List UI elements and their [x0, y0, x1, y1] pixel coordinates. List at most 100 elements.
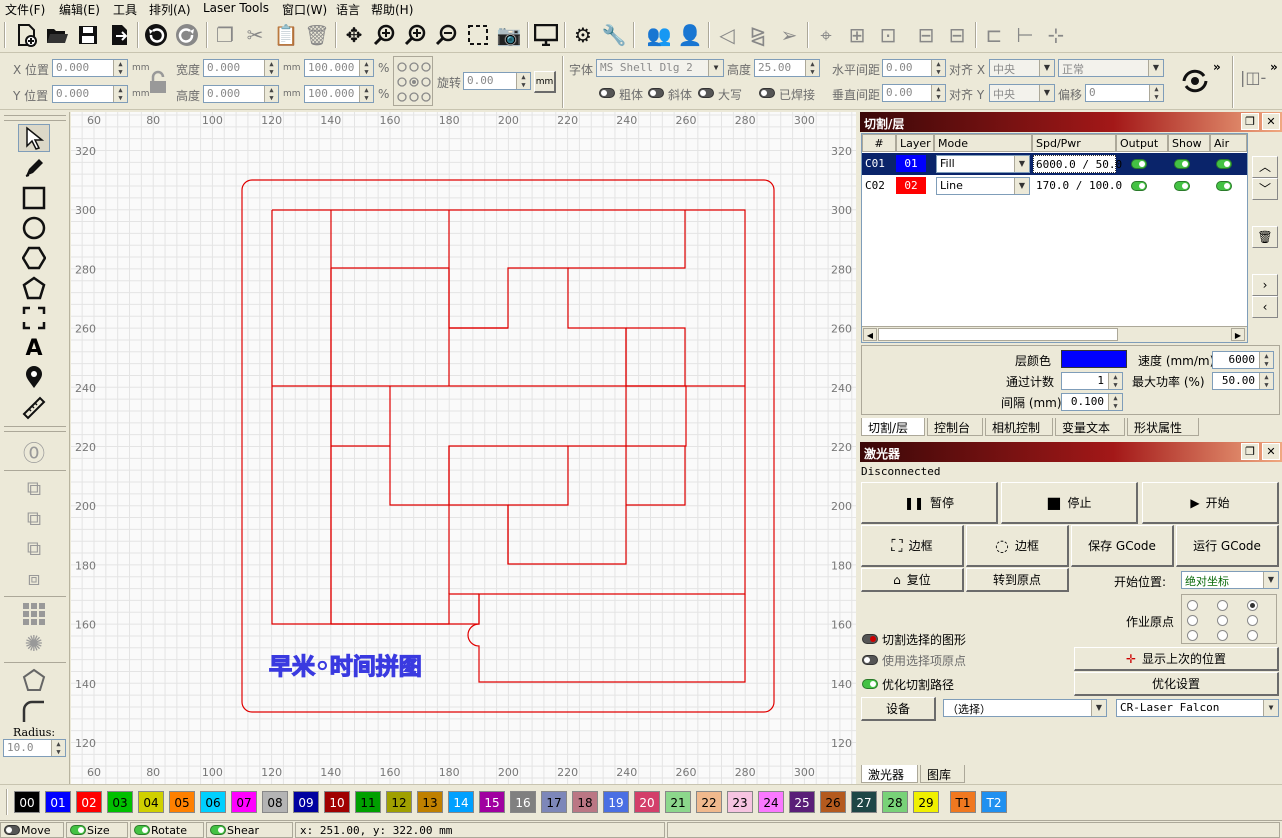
origin-radio-br[interactable] [1247, 630, 1258, 641]
camera-icon[interactable]: 📷 [495, 21, 523, 49]
boolean-union-icon[interactable]: ⧉ [18, 504, 50, 532]
scroll-left-icon[interactable]: ◀ [863, 328, 877, 341]
status-rotate[interactable]: Rotate [130, 822, 204, 838]
rotate-toggle[interactable] [134, 825, 150, 835]
ellipse-icon[interactable] [18, 214, 50, 242]
tab-library[interactable]: 图库 [920, 765, 965, 783]
dock-bar-icon[interactable]: |◫- [1240, 68, 1266, 87]
anchor-grid[interactable] [393, 56, 433, 106]
design-canvas[interactable]: 60 60 80 80 100 100 120 120 140 140 160 160 180 180 20… [71, 112, 856, 784]
paste-icon[interactable]: 📋 [272, 21, 300, 49]
use-selection-origin-toggle[interactable] [862, 655, 878, 665]
origin-radio-mr[interactable] [1247, 615, 1258, 626]
palette-color-28[interactable]: 28 [882, 791, 908, 813]
palette-color-27[interactable]: 27 [851, 791, 877, 813]
device-button[interactable]: 设备 [861, 697, 936, 721]
horizontal-scrollbar[interactable]: ◀ ▶ [862, 326, 1247, 342]
alignx-select[interactable]: 中央 ▼ [989, 59, 1055, 77]
font-select[interactable]: MS Shell Dlg 2 ▼ [596, 59, 724, 77]
zoom-frame-icon[interactable] [464, 21, 492, 49]
col-header-air[interactable]: Air [1210, 134, 1247, 152]
menu-language[interactable]: 语言 [336, 1, 360, 18]
polygon-icon[interactable] [18, 244, 50, 272]
status-size[interactable]: Size [66, 822, 128, 838]
pause-button[interactable]: ❚❚ 暂停 [861, 482, 998, 524]
table-row[interactable]: C01 01 Fill ▼ 6000.0 / 50.0 [862, 153, 1247, 175]
spin-arrows-icon[interactable]: ▲ ▼ [1259, 373, 1273, 389]
frame-button[interactable]: ⛶ 边框 [861, 525, 964, 567]
offset-input[interactable]: 0 ▲ ▼ [1085, 84, 1164, 102]
passes-input[interactable]: 1 ▲ ▼ [1061, 372, 1123, 390]
lock-icon[interactable] [148, 70, 168, 94]
scroll-right-icon[interactable]: ▶ [1231, 328, 1245, 341]
palette-color-02[interactable]: 02 [76, 791, 102, 813]
origin-radio-bl[interactable] [1187, 630, 1198, 641]
palette-color-08[interactable]: 08 [262, 791, 288, 813]
menu-edit[interactable]: 编辑(E) [59, 1, 100, 18]
move-toggle[interactable] [4, 825, 20, 835]
select-device-combo[interactable]: （选择） ▼ [943, 699, 1107, 717]
palette-color-16[interactable]: 16 [510, 791, 536, 813]
move-up-icon[interactable]: ︿ [1252, 156, 1278, 178]
cut-selected-toggle[interactable] [862, 634, 878, 644]
dropdown-arrow-icon[interactable]: ▼ [1014, 178, 1029, 194]
show-toggle[interactable] [1174, 181, 1190, 191]
dropdown-arrow-icon[interactable]: ▼ [1091, 700, 1106, 716]
vspace-input[interactable]: 0.00 ▲ ▼ [882, 84, 946, 102]
upper-toggle[interactable] [698, 88, 714, 98]
menu-arrange[interactable]: 排列(A) [149, 1, 191, 18]
air-toggle[interactable] [1216, 181, 1232, 191]
expand-right-icon[interactable]: › [1252, 274, 1278, 296]
save-icon[interactable] [74, 21, 102, 49]
dropdown-arrow-icon[interactable]: ▼ [708, 60, 723, 76]
dropdown-arrow-icon[interactable]: ▼ [1148, 60, 1163, 76]
hspace-input[interactable]: 0.00 ▲ ▼ [882, 59, 946, 77]
palette-color-05[interactable]: 05 [169, 791, 195, 813]
maxpower-input[interactable]: 50.00 ▲ ▼ [1212, 372, 1274, 390]
spin-arrows-icon[interactable]: ▲ ▼ [51, 740, 65, 756]
collapse-left-icon[interactable]: ‹ [1252, 296, 1278, 318]
tab-cuts-layers[interactable]: 切割/层 [861, 418, 925, 436]
menu-laser-tools[interactable]: Laser Tools [203, 1, 269, 15]
col-header-num[interactable]: # [862, 134, 896, 152]
palette-color-29[interactable]: 29 [913, 791, 939, 813]
palette-color-07[interactable]: 07 [231, 791, 257, 813]
spin-arrows-icon[interactable]: ▲ ▼ [113, 86, 127, 102]
palette-color-21[interactable]: 21 [665, 791, 691, 813]
more-chevron-icon[interactable]: » [1270, 60, 1278, 74]
x-pos-input[interactable]: 0.000 ▲ ▼ [52, 59, 128, 77]
position-pin-icon[interactable] [18, 364, 50, 392]
group-icon[interactable]: 👥 [645, 21, 673, 49]
new-file-icon[interactable] [12, 21, 40, 49]
col-header-layer[interactable]: Layer [896, 134, 934, 152]
zoom-out-icon[interactable] [433, 21, 461, 49]
palette-color-23[interactable]: 23 [727, 791, 753, 813]
mode-select[interactable]: Line ▼ [936, 177, 1030, 195]
spin-arrows-icon[interactable]: ▲ ▼ [1108, 394, 1122, 410]
rotate-input[interactable]: 0.00 ▲ ▼ [463, 72, 531, 90]
redo-icon[interactable] [173, 21, 201, 49]
status-move[interactable]: Move [0, 822, 64, 838]
scale-w-input[interactable]: 100.000 ▲ ▼ [304, 59, 374, 77]
select-arrow-icon[interactable] [18, 124, 50, 152]
canvas-caption[interactable]: 早米◦时间拼图 [268, 652, 422, 680]
save-gcode-button[interactable]: 保存 GCode [1071, 525, 1174, 567]
palette-color-03[interactable]: 03 [107, 791, 133, 813]
spin-arrows-icon[interactable]: ▲ ▼ [1259, 352, 1273, 368]
dock-icon[interactable]: ⊡ [874, 21, 902, 49]
layer-color-picker[interactable] [1061, 350, 1127, 368]
circular-array-icon[interactable]: ✺ [18, 630, 50, 658]
spdpwr-value[interactable]: 6000.0 / 50.0 [1033, 155, 1122, 173]
label-slot-shape[interactable] [467, 594, 746, 683]
puzzle-piece-shape[interactable] [626, 446, 686, 506]
delete-icon[interactable]: 🗑 [303, 21, 331, 49]
aligny-select[interactable]: 中央 ▼ [989, 84, 1055, 102]
distribute-h-icon[interactable]: ⊟ [912, 21, 940, 49]
italic-toggle[interactable] [648, 88, 664, 98]
origin-radio-tl[interactable] [1187, 600, 1198, 611]
distribute-v-icon[interactable]: ⊟ [943, 21, 971, 49]
measure-ruler-icon[interactable] [18, 394, 50, 422]
font-height-input[interactable]: 25.00 ▲ ▼ [754, 59, 820, 77]
device-profile-combo[interactable]: CR-Laser Falcon ▼ [1116, 699, 1279, 717]
palette-color-T1[interactable]: T1 [950, 791, 976, 813]
